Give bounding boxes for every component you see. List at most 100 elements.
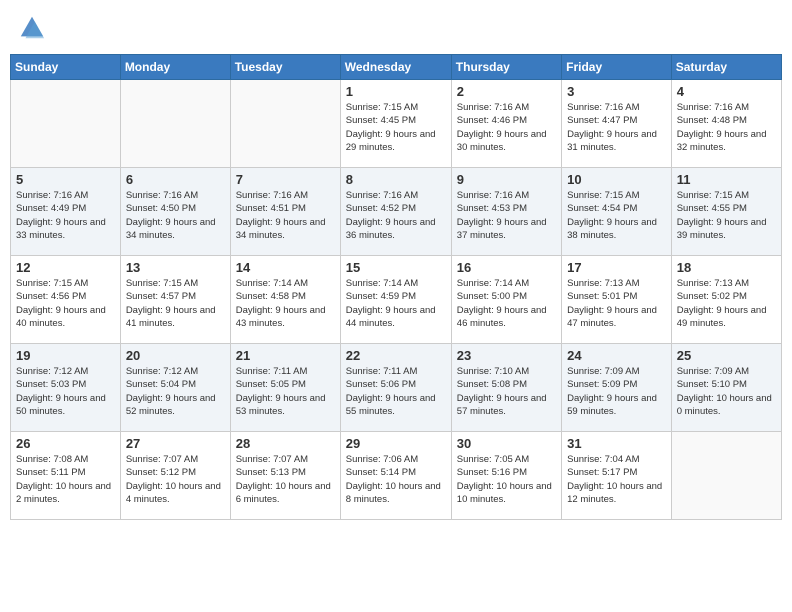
day-info: Sunrise: 7:16 AM Sunset: 4:47 PM Dayligh…	[567, 101, 666, 154]
calendar-cell: 25 Sunrise: 7:09 AM Sunset: 5:10 PM Dayli…	[671, 344, 781, 432]
day-number: 14	[236, 260, 335, 275]
day-number: 28	[236, 436, 335, 451]
day-number: 9	[457, 172, 556, 187]
day-number: 30	[457, 436, 556, 451]
calendar-cell: 2 Sunrise: 7:16 AM Sunset: 4:46 PM Daylig…	[451, 80, 561, 168]
calendar-cell: 22Sunrise: 7:11 AM Sunset: 5:06 PM Dayli…	[340, 344, 451, 432]
day-info: Sunrise: 7:12 AM Sunset: 5:03 PM Dayligh…	[16, 365, 115, 418]
day-number: 4	[677, 84, 776, 99]
calendar-cell: 18Sunrise: 7:13 AM Sunset: 5:02 PM Dayli…	[671, 256, 781, 344]
calendar-cell: 29 Sunrise: 7:06 AM Sunset: 5:14 PM Dayli…	[340, 432, 451, 520]
calendar-table: SundayMondayTuesdayWednesdayThursdayFrid…	[10, 54, 782, 520]
day-info: Sunrise: 7:07 AM Sunset: 5:13 PM Dayligh…	[236, 453, 335, 506]
calendar-cell	[120, 80, 230, 168]
day-info: Sunrise: 7:14 AM Sunset: 5:00 PM Dayligh…	[457, 277, 556, 330]
calendar-week-row: 1Sunrise: 7:15 AM Sunset: 4:45 PM Daylig…	[11, 80, 782, 168]
logo-icon	[18, 14, 46, 42]
day-info: Sunrise: 7:11 AM Sunset: 5:06 PM Dayligh…	[346, 365, 446, 418]
day-number: 27	[126, 436, 225, 451]
calendar-cell: 19 Sunrise: 7:12 AM Sunset: 5:03 PM Dayli…	[11, 344, 121, 432]
calendar-cell: 11Sunrise: 7:15 AM Sunset: 4:55 PM Dayli…	[671, 168, 781, 256]
calendar-cell	[671, 432, 781, 520]
day-number: 31	[567, 436, 666, 451]
calendar-cell: 24Sunrise: 7:09 AM Sunset: 5:09 PM Dayli…	[562, 344, 672, 432]
day-number: 15	[346, 260, 446, 275]
day-info: Sunrise: 7:13 AM Sunset: 5:01 PM Dayligh…	[567, 277, 666, 330]
day-number: 3	[567, 84, 666, 99]
column-header-wednesday: Wednesday	[340, 55, 451, 80]
calendar-cell: 28 Sunrise: 7:07 AM Sunset: 5:13 PM Dayli…	[230, 432, 340, 520]
day-info: Sunrise: 7:16 AM Sunset: 4:48 PM Dayligh…	[677, 101, 776, 154]
day-info: Sunrise: 7:15 AM Sunset: 4:55 PM Dayligh…	[677, 189, 776, 242]
calendar-cell: 15 Sunrise: 7:14 AM Sunset: 4:59 PM Dayli…	[340, 256, 451, 344]
day-info: Sunrise: 7:14 AM Sunset: 4:59 PM Dayligh…	[346, 277, 446, 330]
calendar-cell: 3 Sunrise: 7:16 AM Sunset: 4:47 PM Daylig…	[562, 80, 672, 168]
calendar-cell: 5 Sunrise: 7:16 AM Sunset: 4:49 PM Daylig…	[11, 168, 121, 256]
day-info: Sunrise: 7:10 AM Sunset: 5:08 PM Dayligh…	[457, 365, 556, 418]
calendar-cell: 4 Sunrise: 7:16 AM Sunset: 4:48 PM Daylig…	[671, 80, 781, 168]
day-number: 13	[126, 260, 225, 275]
calendar-cell: 16 Sunrise: 7:14 AM Sunset: 5:00 PM Dayli…	[451, 256, 561, 344]
day-info: Sunrise: 7:09 AM Sunset: 5:10 PM Dayligh…	[677, 365, 776, 418]
calendar-cell: 14 Sunrise: 7:14 AM Sunset: 4:58 PM Dayli…	[230, 256, 340, 344]
calendar-week-row: 12 Sunrise: 7:15 AM Sunset: 4:56 PM Dayli…	[11, 256, 782, 344]
column-header-thursday: Thursday	[451, 55, 561, 80]
day-number: 8	[346, 172, 446, 187]
calendar-cell	[11, 80, 121, 168]
day-info: Sunrise: 7:16 AM Sunset: 4:46 PM Dayligh…	[457, 101, 556, 154]
day-number: 2	[457, 84, 556, 99]
day-info: Sunrise: 7:15 AM Sunset: 4:56 PM Dayligh…	[16, 277, 115, 330]
day-number: 25	[677, 348, 776, 363]
column-header-sunday: Sunday	[11, 55, 121, 80]
calendar-cell: 7Sunrise: 7:16 AM Sunset: 4:51 PM Daylig…	[230, 168, 340, 256]
day-info: Sunrise: 7:15 AM Sunset: 4:57 PM Dayligh…	[126, 277, 225, 330]
calendar-week-row: 5 Sunrise: 7:16 AM Sunset: 4:49 PM Daylig…	[11, 168, 782, 256]
day-number: 12	[16, 260, 115, 275]
day-number: 19	[16, 348, 115, 363]
day-number: 7	[236, 172, 335, 187]
calendar-cell: 26 Sunrise: 7:08 AM Sunset: 5:11 PM Dayli…	[11, 432, 121, 520]
day-info: Sunrise: 7:05 AM Sunset: 5:16 PM Dayligh…	[457, 453, 556, 506]
logo	[18, 14, 50, 42]
page-header	[10, 10, 782, 46]
day-info: Sunrise: 7:16 AM Sunset: 4:53 PM Dayligh…	[457, 189, 556, 242]
day-number: 16	[457, 260, 556, 275]
day-number: 29	[346, 436, 446, 451]
day-number: 23	[457, 348, 556, 363]
column-header-friday: Friday	[562, 55, 672, 80]
day-number: 5	[16, 172, 115, 187]
day-info: Sunrise: 7:16 AM Sunset: 4:52 PM Dayligh…	[346, 189, 446, 242]
calendar-cell: 17 Sunrise: 7:13 AM Sunset: 5:01 PM Dayli…	[562, 256, 672, 344]
day-number: 21	[236, 348, 335, 363]
calendar-cell: 1Sunrise: 7:15 AM Sunset: 4:45 PM Daylig…	[340, 80, 451, 168]
day-info: Sunrise: 7:12 AM Sunset: 5:04 PM Dayligh…	[126, 365, 225, 418]
calendar-cell: 9 Sunrise: 7:16 AM Sunset: 4:53 PM Daylig…	[451, 168, 561, 256]
day-number: 17	[567, 260, 666, 275]
calendar-cell: 12 Sunrise: 7:15 AM Sunset: 4:56 PM Dayli…	[11, 256, 121, 344]
calendar-cell: 8 Sunrise: 7:16 AM Sunset: 4:52 PM Daylig…	[340, 168, 451, 256]
day-info: Sunrise: 7:04 AM Sunset: 5:17 PM Dayligh…	[567, 453, 666, 506]
day-info: Sunrise: 7:06 AM Sunset: 5:14 PM Dayligh…	[346, 453, 446, 506]
day-info: Sunrise: 7:16 AM Sunset: 4:50 PM Dayligh…	[126, 189, 225, 242]
calendar-week-row: 19 Sunrise: 7:12 AM Sunset: 5:03 PM Dayli…	[11, 344, 782, 432]
day-info: Sunrise: 7:14 AM Sunset: 4:58 PM Dayligh…	[236, 277, 335, 330]
day-info: Sunrise: 7:09 AM Sunset: 5:09 PM Dayligh…	[567, 365, 666, 418]
calendar-header-row: SundayMondayTuesdayWednesdayThursdayFrid…	[11, 55, 782, 80]
day-number: 6	[126, 172, 225, 187]
calendar-cell: 20Sunrise: 7:12 AM Sunset: 5:04 PM Dayli…	[120, 344, 230, 432]
column-header-saturday: Saturday	[671, 55, 781, 80]
day-number: 1	[346, 84, 446, 99]
calendar-cell: 13 Sunrise: 7:15 AM Sunset: 4:57 PM Dayli…	[120, 256, 230, 344]
calendar-cell: 31 Sunrise: 7:04 AM Sunset: 5:17 PM Dayli…	[562, 432, 672, 520]
day-info: Sunrise: 7:08 AM Sunset: 5:11 PM Dayligh…	[16, 453, 115, 506]
calendar-cell: 27 Sunrise: 7:07 AM Sunset: 5:12 PM Dayli…	[120, 432, 230, 520]
day-info: Sunrise: 7:07 AM Sunset: 5:12 PM Dayligh…	[126, 453, 225, 506]
day-number: 26	[16, 436, 115, 451]
calendar-cell: 30 Sunrise: 7:05 AM Sunset: 5:16 PM Dayli…	[451, 432, 561, 520]
day-info: Sunrise: 7:15 AM Sunset: 4:54 PM Dayligh…	[567, 189, 666, 242]
column-header-monday: Monday	[120, 55, 230, 80]
day-info: Sunrise: 7:16 AM Sunset: 4:49 PM Dayligh…	[16, 189, 115, 242]
day-number: 10	[567, 172, 666, 187]
day-info: Sunrise: 7:11 AM Sunset: 5:05 PM Dayligh…	[236, 365, 335, 418]
calendar-cell	[230, 80, 340, 168]
